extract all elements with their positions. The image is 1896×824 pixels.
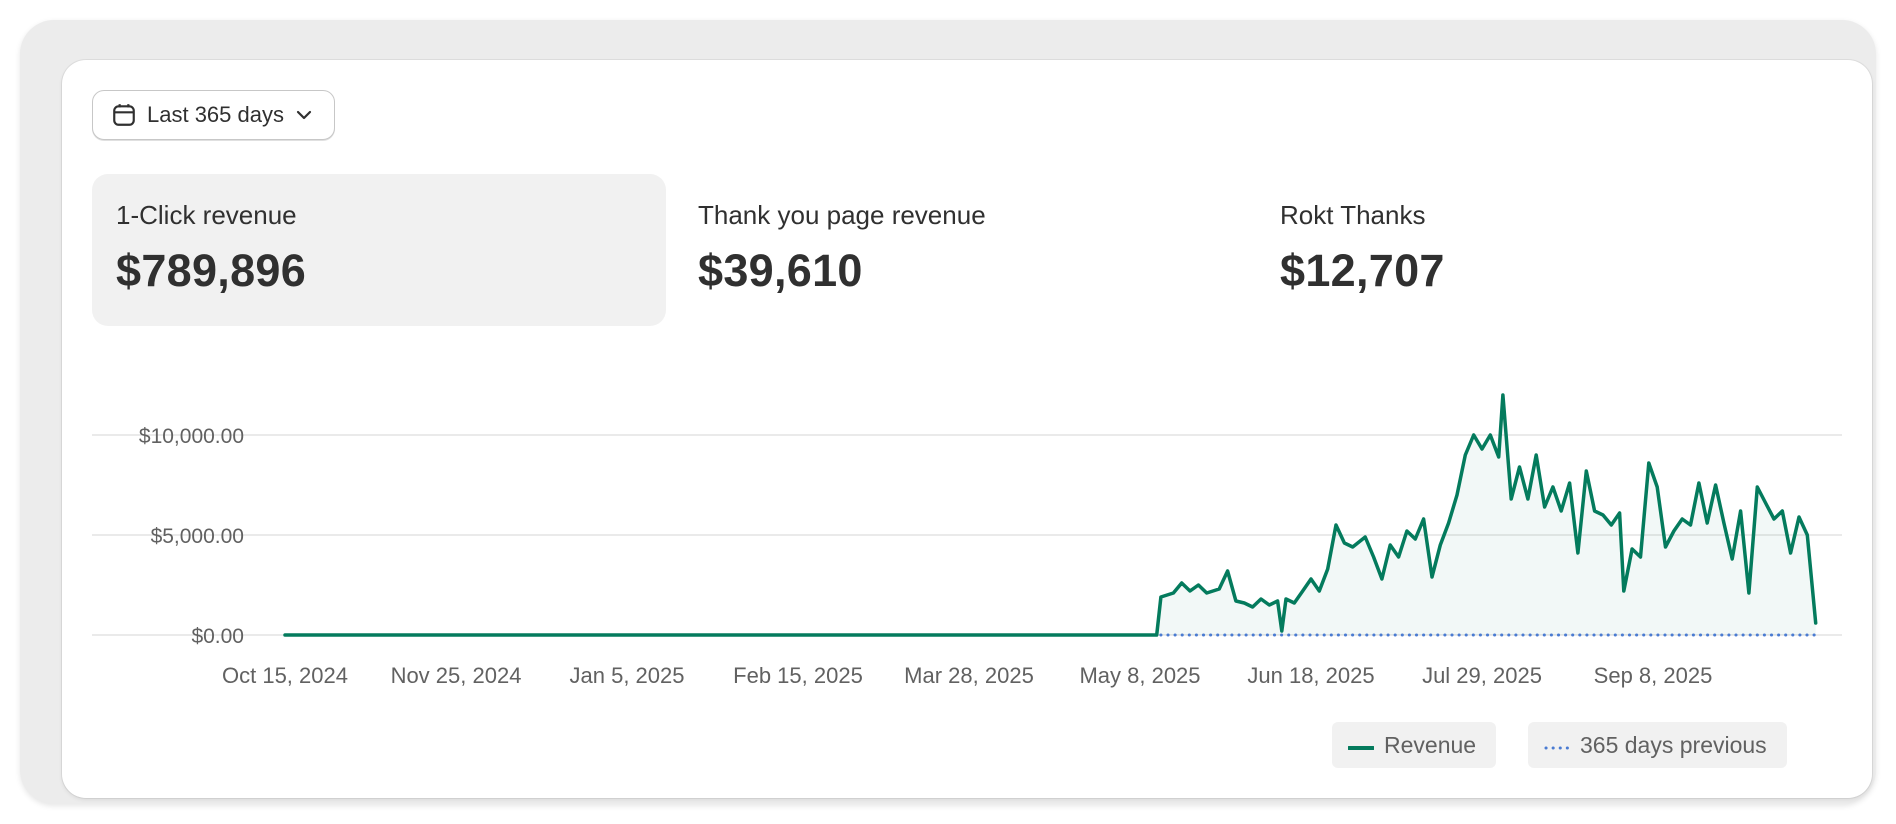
x-tick-label: May 8, 2025	[1079, 663, 1200, 688]
x-tick-label: Feb 15, 2025	[733, 663, 863, 688]
x-tick-label: Jul 29, 2025	[1422, 663, 1542, 688]
revenue-area	[285, 395, 1816, 635]
legend-revenue[interactable]: Revenue	[1332, 722, 1497, 768]
y-tick-label: $10,000.00	[139, 425, 244, 448]
legend-365-days-previous[interactable]: 365 days previous	[1528, 722, 1787, 768]
x-tick-label: Jun 18, 2025	[1247, 663, 1374, 688]
y-tick-label: $5,000.00	[151, 525, 244, 548]
y-tick-label: $0.00	[191, 625, 244, 648]
legend-label: Revenue	[1384, 731, 1477, 758]
x-tick-label: Jan 5, 2025	[570, 663, 685, 688]
report-frame: Last 365 days 1-Click revenue $789,896 T…	[20, 20, 1876, 804]
revenue-card: Last 365 days 1-Click revenue $789,896 T…	[62, 60, 1872, 798]
legend-label: 365 days previous	[1580, 731, 1767, 758]
x-tick-label: Mar 28, 2025	[904, 663, 1034, 688]
x-tick-label: Oct 15, 2024	[222, 663, 348, 688]
solid-line-swatch	[1347, 732, 1375, 759]
x-tick-label: Sep 8, 2025	[1594, 663, 1713, 688]
x-tick-label: Nov 25, 2024	[391, 663, 522, 688]
revenue-line-chart: $0.00 $5,000.00 $10,000.00 Oct 15, 2024 Nov …	[92, 393, 1842, 688]
dotted-line-swatch	[1544, 732, 1571, 759]
